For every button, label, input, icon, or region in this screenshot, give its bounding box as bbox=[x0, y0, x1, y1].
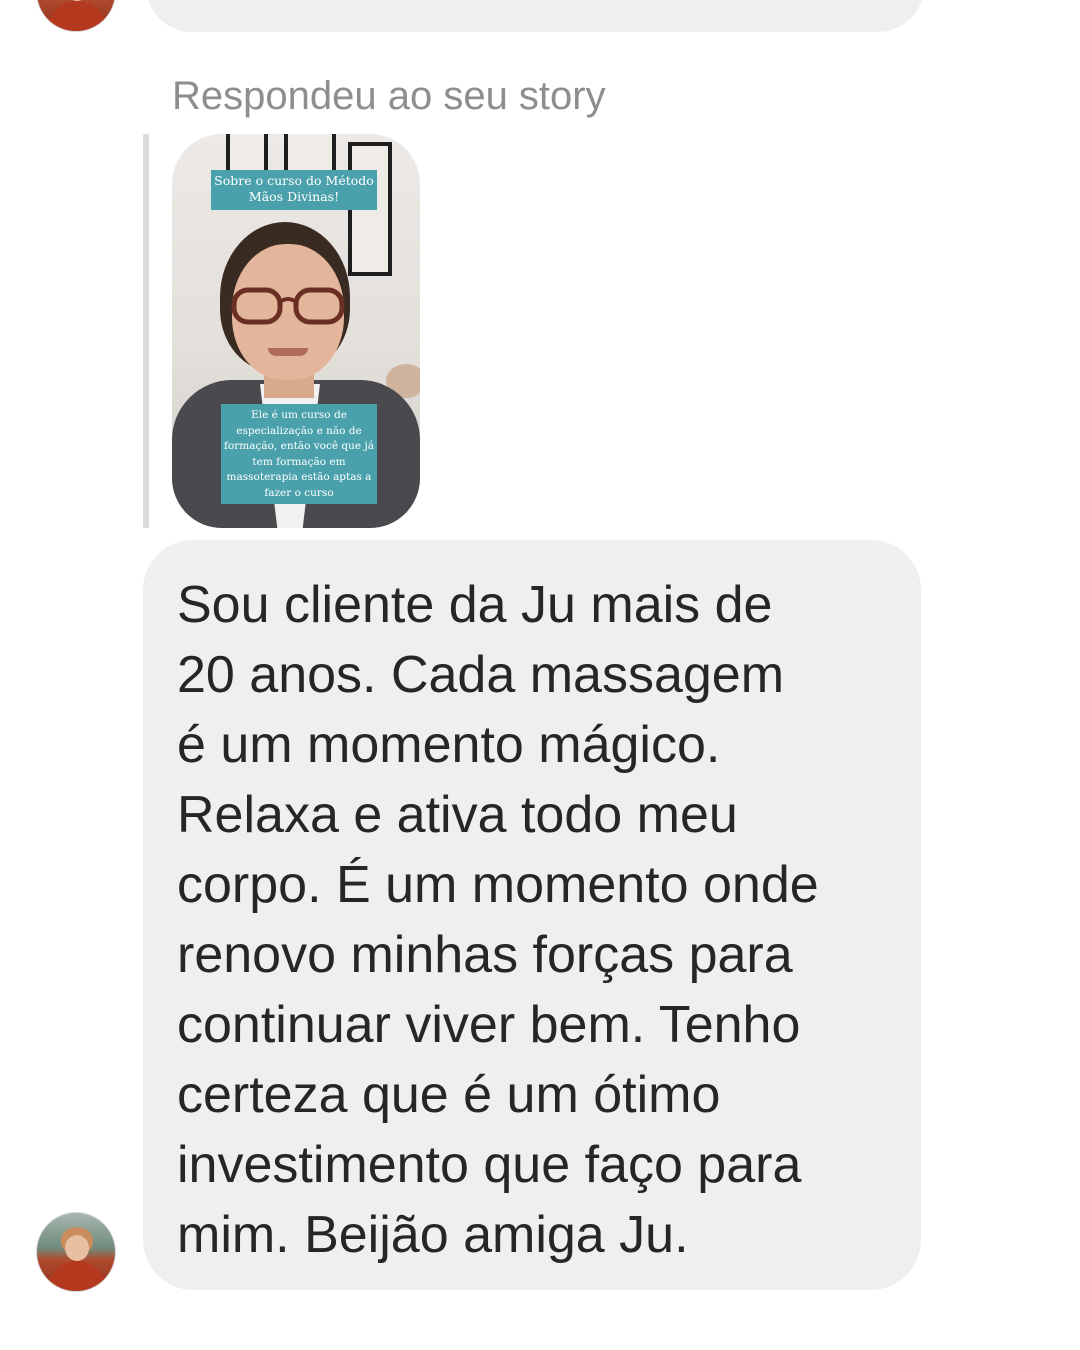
sender-avatar[interactable] bbox=[36, 1212, 116, 1292]
reply-quote-line bbox=[143, 134, 149, 528]
story-caption-bottom: Ele é um curso de especialização e não d… bbox=[221, 404, 377, 504]
message-text: Sou cliente da Ju mais de 20 anos. Cada … bbox=[177, 576, 819, 1264]
message-bubble[interactable]: Sou cliente da Ju mais de 20 anos. Cada … bbox=[143, 540, 921, 1290]
dm-thread: Respondeu ao seu story Sobre o curso do … bbox=[0, 0, 1080, 1350]
story-reply-label: Respondeu ao seu story bbox=[172, 74, 606, 118]
glasses-icon bbox=[231, 287, 345, 325]
sender-avatar[interactable] bbox=[36, 0, 116, 32]
story-thumbnail[interactable]: Sobre o curso do Método Mãos Divinas! El… bbox=[172, 134, 420, 528]
person-mouth bbox=[268, 348, 308, 356]
story-caption-top: Sobre o curso do Método Mãos Divinas! bbox=[211, 170, 377, 210]
previous-message-bubble[interactable] bbox=[146, 0, 924, 32]
